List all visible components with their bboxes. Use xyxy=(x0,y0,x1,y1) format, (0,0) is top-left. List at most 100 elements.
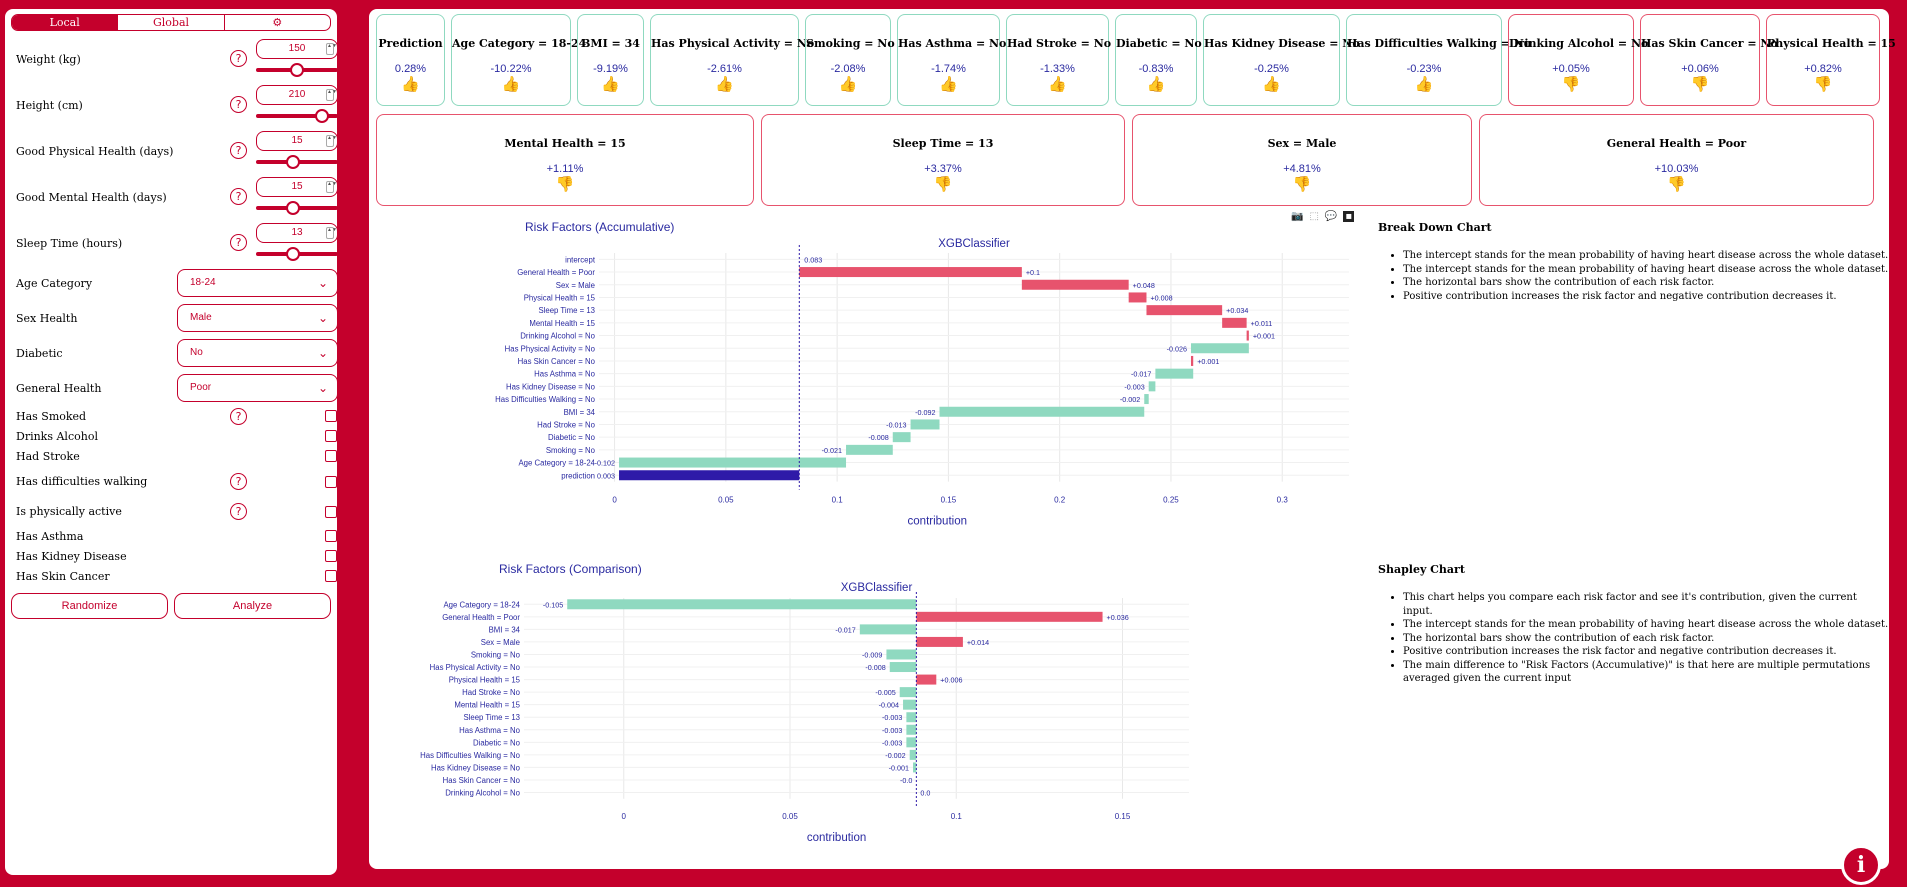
slider-thumb[interactable] xyxy=(285,155,300,169)
breakdown-heading: Break Down Chart xyxy=(1378,221,1492,234)
thumbs-down-icon: 👎 xyxy=(1561,75,1581,93)
checkbox[interactable] xyxy=(325,530,337,542)
card-value: -2.08% xyxy=(830,63,866,75)
checkbox[interactable] xyxy=(325,410,337,422)
select-dropdown[interactable]: 18-24 ⌄ xyxy=(177,269,338,297)
help-icon[interactable]: ? xyxy=(230,96,247,113)
card-value: +0.05% xyxy=(1552,63,1590,75)
data-label: +0.001 xyxy=(1253,332,1275,341)
analyze-button[interactable]: Analyze xyxy=(174,593,331,619)
spinner-icon[interactable]: ▲▼ xyxy=(326,227,337,239)
row-label: Smoking = No xyxy=(546,446,596,455)
gear-icon[interactable]: ⚙ xyxy=(225,15,330,30)
checkbox[interactable] xyxy=(325,430,337,442)
slider-thumb[interactable] xyxy=(314,109,329,123)
slider-row: Weight (kg)? 150 ▲▼ xyxy=(11,37,338,83)
select-label: Sex Health xyxy=(16,312,78,325)
tab-local[interactable]: Local xyxy=(12,15,119,30)
checkbox-row: Drinks Alcohol xyxy=(11,427,337,447)
chevron-down-icon: ⌄ xyxy=(317,381,328,395)
zoom-box-icon[interactable]: ⬚ xyxy=(1309,211,1318,222)
row-label: Had Stroke = No xyxy=(537,420,596,429)
randomize-button[interactable]: Randomize xyxy=(11,593,168,619)
row-label: BMI = 34 xyxy=(489,625,521,634)
spinner-icon[interactable]: ▲▼ xyxy=(326,89,337,101)
checkbox[interactable] xyxy=(325,476,337,488)
data-label: -0.003 xyxy=(882,713,902,722)
slider-track[interactable] xyxy=(256,247,338,261)
bar xyxy=(906,712,917,723)
slider-track[interactable] xyxy=(256,155,338,169)
info-icon[interactable]: i xyxy=(1841,845,1881,885)
select-value: 18-24 xyxy=(190,277,216,288)
data-label: -0.003 xyxy=(882,738,902,747)
note-item: The horizontal bars show the contributio… xyxy=(1403,276,1888,290)
contribution-card: Drinking Alcohol = No +0.05% 👎 xyxy=(1508,14,1648,106)
bar xyxy=(619,470,800,481)
slider-thumb[interactable] xyxy=(285,201,300,215)
help-icon[interactable]: ? xyxy=(230,142,247,159)
help-icon[interactable]: ? xyxy=(230,188,247,205)
row-label: Has Skin Cancer = No xyxy=(443,776,521,785)
data-label: -0.0 xyxy=(900,776,912,785)
note-item: The horizontal bars show the contributio… xyxy=(1403,632,1889,646)
slider-track[interactable] xyxy=(256,63,338,77)
number-input[interactable]: 210 ▲▼ xyxy=(256,85,338,105)
select-dropdown[interactable]: Poor ⌄ xyxy=(177,374,338,402)
bar xyxy=(1222,317,1247,328)
card-value: +4.81% xyxy=(1283,163,1321,175)
select-dropdown[interactable]: No ⌄ xyxy=(177,339,338,367)
card-value: -9.19% xyxy=(593,63,628,75)
number-input[interactable]: 150 ▲▼ xyxy=(256,39,338,59)
data-label: -0.001 xyxy=(889,763,909,772)
checkbox[interactable] xyxy=(325,506,337,518)
spinner-icon[interactable]: ▲▼ xyxy=(326,181,337,193)
checkbox[interactable] xyxy=(325,550,337,562)
slider-thumb[interactable] xyxy=(290,63,304,77)
slider-thumb[interactable] xyxy=(285,247,300,261)
checkbox-label: Has Kidney Disease xyxy=(16,550,127,563)
action-buttons: Randomize Analyze xyxy=(11,593,331,619)
note-item: Positive contribution increases the risk… xyxy=(1403,290,1888,304)
help-icon[interactable]: ? xyxy=(230,408,247,425)
help-icon[interactable]: ? xyxy=(230,234,247,251)
spinner-icon[interactable]: ▲▼ xyxy=(326,43,337,55)
checkbox-row: Is physically active? xyxy=(11,497,337,527)
data-label: +0.034 xyxy=(1226,306,1248,315)
data-label: +0.001 xyxy=(1197,357,1219,366)
bar xyxy=(910,419,940,430)
slider-track[interactable] xyxy=(256,109,338,123)
row-label: Has Kidney Disease = No xyxy=(506,382,596,391)
row-label: BMI = 34 xyxy=(564,408,596,417)
help-icon[interactable]: ? xyxy=(230,473,247,490)
number-input[interactable]: 13 ▲▼ xyxy=(256,223,338,243)
thumbs-down-icon: 👎 xyxy=(1667,175,1686,193)
comment-icon[interactable]: 💬 xyxy=(1325,211,1337,222)
camera-icon[interactable]: 📷 xyxy=(1291,211,1303,222)
plotly-logo-icon[interactable]: ▪ xyxy=(1343,211,1355,222)
checkbox[interactable] xyxy=(325,450,337,462)
number-input[interactable]: 15 ▲▼ xyxy=(256,177,338,197)
number-input[interactable]: 15 ▲▼ xyxy=(256,131,338,151)
card-title: Mental Health = 15 xyxy=(504,137,626,150)
tab-global[interactable]: Global xyxy=(118,15,225,30)
spinner-icon[interactable]: ▲▼ xyxy=(326,135,337,147)
help-icon[interactable]: ? xyxy=(230,50,247,67)
bar xyxy=(916,611,1103,622)
select-dropdown[interactable]: Male ⌄ xyxy=(177,304,338,332)
card-value: +0.82% xyxy=(1804,63,1842,75)
data-label: -0.003 xyxy=(1124,382,1144,391)
help-icon[interactable]: ? xyxy=(230,503,247,520)
checkbox[interactable] xyxy=(325,570,337,582)
data-label: 0.0 xyxy=(920,789,930,798)
bar xyxy=(939,406,1145,417)
bar xyxy=(886,649,917,660)
select-value: No xyxy=(190,347,203,358)
checkbox-label: Has Skin Cancer xyxy=(16,570,110,583)
sidebar: Local Global ⚙ Weight (kg)? 150 ▲▼ Height (… xyxy=(5,9,338,875)
checkbox-row: Has Smoked? xyxy=(11,407,337,427)
thumbs-down-icon: 👎 xyxy=(933,175,953,193)
number-value: 150 xyxy=(288,43,306,54)
number-value: 13 xyxy=(291,227,303,238)
slider-track[interactable] xyxy=(256,201,338,215)
